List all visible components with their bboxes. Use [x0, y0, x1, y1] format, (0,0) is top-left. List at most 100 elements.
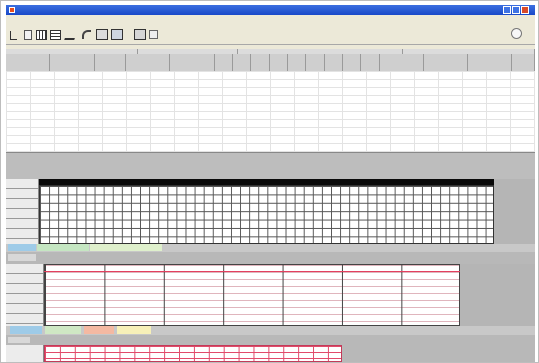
grid-3-title — [8, 337, 30, 343]
grid-2-columns — [44, 255, 460, 262]
column-header[interactable] — [306, 54, 325, 71]
grid-3-header — [6, 335, 535, 345]
time-tick — [77, 165, 115, 173]
time-tick — [267, 165, 305, 173]
row-header — [6, 304, 43, 314]
row-header — [6, 264, 43, 274]
legend-swatch[interactable] — [8, 244, 36, 251]
legend-swatch[interactable] — [117, 326, 151, 334]
column-header[interactable] — [288, 54, 307, 71]
row-header-column — [6, 179, 39, 244]
menu-bar — [6, 15, 535, 23]
time-tick — [380, 165, 418, 173]
column-header — [341, 255, 400, 262]
column-header[interactable] — [126, 54, 171, 71]
menu-item-3[interactable] — [55, 15, 73, 23]
column-header[interactable] — [468, 54, 513, 71]
menu-item-1[interactable] — [9, 15, 27, 23]
cursor-icon[interactable] — [10, 31, 17, 40]
close-button[interactable] — [521, 6, 529, 14]
menu-item-5[interactable] — [101, 15, 119, 23]
column-header — [401, 255, 460, 262]
column-header[interactable] — [95, 54, 126, 71]
legend-bar — [6, 326, 535, 335]
undo-icon[interactable] — [82, 30, 91, 39]
row-header — [6, 189, 38, 199]
grid-icon[interactable] — [50, 30, 61, 40]
column-header[interactable] — [361, 54, 380, 71]
column-header[interactable] — [251, 54, 270, 71]
column-header[interactable] — [424, 54, 469, 71]
column-header — [163, 255, 222, 262]
preview-icon[interactable] — [111, 29, 123, 40]
legend-swatch[interactable] — [37, 244, 89, 251]
export-icon[interactable] — [134, 29, 146, 40]
table-icon[interactable] — [36, 30, 47, 40]
row-header — [6, 219, 38, 229]
time-tick — [39, 165, 77, 173]
time-tick — [456, 165, 494, 173]
schedule-grid-3 — [6, 345, 535, 362]
schedule-header — [6, 153, 535, 179]
column-header[interactable] — [512, 54, 535, 71]
side-panel — [342, 345, 535, 362]
row-header — [6, 229, 38, 239]
column-header — [282, 255, 341, 262]
column-header[interactable] — [170, 54, 215, 71]
help-button[interactable] — [511, 28, 522, 39]
row-header-column — [6, 264, 44, 326]
column-header[interactable] — [233, 54, 252, 71]
top-data-table — [6, 49, 535, 153]
cut-icon[interactable] — [64, 30, 78, 40]
time-tick — [304, 165, 342, 173]
row-header — [6, 179, 38, 189]
title-bar[interactable] — [6, 5, 535, 15]
legend-swatch[interactable] — [90, 244, 162, 251]
time-tick — [418, 165, 456, 173]
legend-swatch[interactable] — [10, 326, 42, 334]
row-header — [6, 284, 43, 294]
column-header — [103, 255, 162, 262]
detail-grid[interactable] — [44, 345, 342, 362]
column-header[interactable] — [215, 54, 233, 71]
time-tick — [191, 165, 229, 173]
time-slot-grid[interactable] — [39, 185, 494, 244]
print-icon[interactable] — [96, 29, 108, 40]
column-header[interactable] — [380, 54, 424, 71]
settings-icon[interactable] — [149, 30, 158, 39]
column-header[interactable] — [343, 54, 362, 71]
menu-item-2[interactable] — [32, 15, 50, 23]
menu-item-4[interactable] — [78, 15, 96, 23]
legend-bar — [6, 244, 535, 252]
grid-2-title — [8, 254, 36, 261]
side-panel — [460, 264, 535, 326]
column-header[interactable] — [325, 54, 343, 71]
minimize-button[interactable] — [503, 6, 511, 14]
time-axis — [39, 165, 494, 173]
column-header — [222, 255, 281, 262]
column-header[interactable] — [270, 54, 288, 71]
toolbar — [6, 23, 535, 45]
schedule-grid-2 — [6, 264, 535, 326]
legend-swatch[interactable] — [45, 326, 81, 334]
column-header[interactable] — [50, 54, 95, 71]
legend-swatch[interactable] — [84, 326, 114, 334]
app-window — [6, 5, 535, 362]
current-marker-line — [44, 271, 460, 272]
side-panel — [494, 179, 535, 244]
row-header — [6, 209, 38, 219]
time-tick — [153, 165, 191, 173]
table-column-header — [6, 54, 535, 71]
column-header[interactable] — [6, 54, 51, 71]
maximize-button[interactable] — [512, 6, 520, 14]
row-header — [6, 199, 38, 209]
schedule-grid-1 — [6, 179, 535, 244]
day-grid[interactable] — [44, 264, 460, 326]
app-icon — [9, 7, 15, 13]
column-header — [44, 255, 103, 262]
row-header — [6, 314, 43, 324]
time-tick — [115, 165, 153, 173]
date-title — [240, 158, 292, 163]
pan-icon[interactable] — [24, 30, 32, 40]
table-body[interactable] — [6, 71, 535, 152]
